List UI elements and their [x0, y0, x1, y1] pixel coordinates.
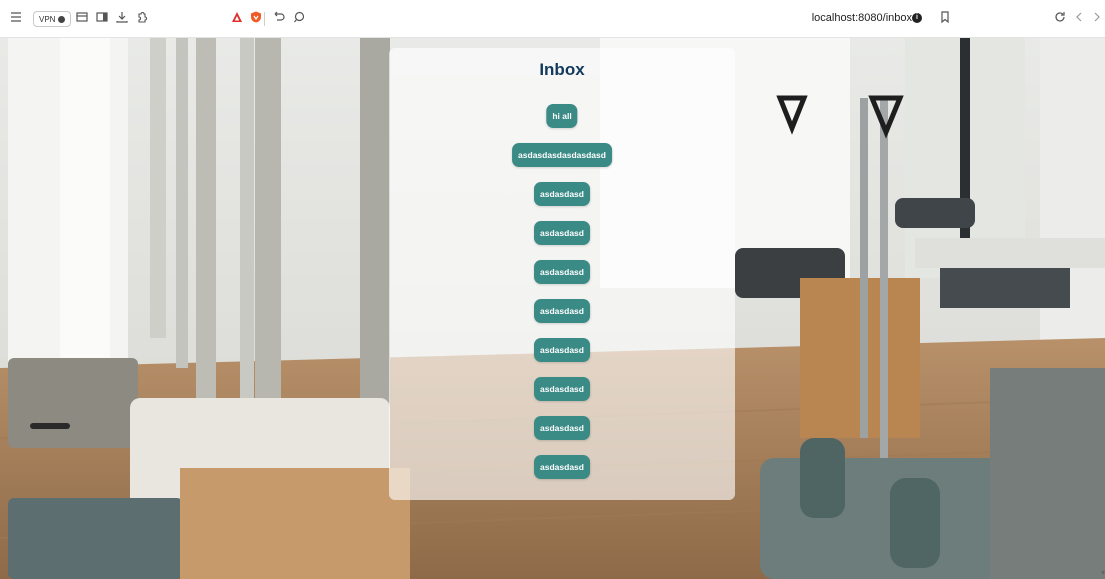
address-bar-url[interactable]: localhost:8080/inbox [812, 12, 912, 24]
forward-icon[interactable] [1090, 10, 1104, 24]
download-icon[interactable] [115, 10, 129, 24]
message-item[interactable]: asdasdasd [534, 377, 590, 401]
vpn-status-icon [58, 15, 66, 23]
sidebar-icon[interactable] [95, 10, 109, 24]
bookmark-icon[interactable] [938, 10, 952, 24]
chat-icon[interactable] [292, 10, 306, 24]
message-item[interactable]: asdasdasd [534, 338, 590, 362]
extensions-icon[interactable] [135, 10, 149, 24]
menu-icon[interactable] [9, 10, 23, 24]
inbox-title: Inbox [539, 60, 585, 79]
message-item[interactable]: asdasdasd [534, 260, 590, 284]
page-viewport: Inbox hi all asdasdasdasdasdasd asdasdas… [0, 38, 1105, 579]
message-item[interactable]: hi all [546, 104, 578, 128]
message-item[interactable]: asdasdasd [534, 455, 590, 479]
toolbar-divider [264, 12, 265, 26]
message-item[interactable]: asdasdasd [534, 182, 590, 206]
share-icon[interactable] [272, 10, 286, 24]
message-item[interactable]: asdasdasd [534, 416, 590, 440]
back-icon[interactable] [1072, 10, 1086, 24]
rewards-icon[interactable] [230, 10, 244, 24]
vpn-label: VPN [39, 14, 56, 24]
reload-icon[interactable] [1053, 10, 1067, 24]
scroll-down-icon[interactable]: ▾ [1101, 568, 1105, 577]
message-item[interactable]: asdasdasd [534, 221, 590, 245]
message-item[interactable]: asdasdasd [534, 299, 590, 323]
vpn-button[interactable]: VPN [33, 11, 72, 27]
browser-toolbar: VPN localhost:8080/inbox i [0, 0, 1105, 38]
shield-icon[interactable] [249, 10, 263, 24]
message-item[interactable]: asdasdasdasdasdasd [512, 143, 612, 167]
inbox-panel: Inbox hi all asdasdasdasdasdasd asdasdas… [389, 48, 735, 500]
tab-list-icon[interactable] [75, 10, 89, 24]
site-info-icon[interactable]: i [912, 13, 922, 23]
